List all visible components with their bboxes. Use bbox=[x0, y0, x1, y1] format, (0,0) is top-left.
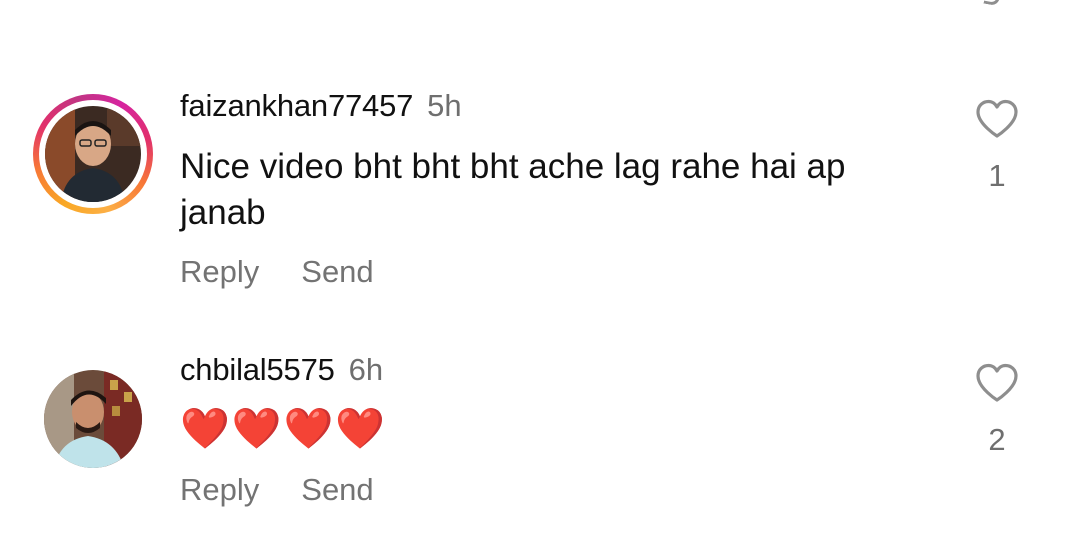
send-button[interactable]: Send bbox=[301, 254, 373, 289]
like-count: 1 bbox=[988, 158, 1006, 193]
username[interactable]: faizankhan77457 bbox=[180, 88, 413, 123]
comment-actions: Reply Send bbox=[180, 254, 416, 290]
comment-text: Nice video bht bht bht ache lag rahe hai… bbox=[180, 147, 846, 232]
avatar-wrapper[interactable] bbox=[44, 370, 142, 468]
heart-outline-icon[interactable] bbox=[974, 362, 1020, 404]
heart-outline-icon[interactable] bbox=[974, 98, 1020, 140]
reply-button[interactable]: Reply bbox=[180, 254, 259, 289]
comment-header: chbilal5575 6h bbox=[180, 352, 383, 388]
like-count: 2 bbox=[988, 422, 1006, 457]
comment-text: ❤️❤️❤️❤️ bbox=[180, 406, 388, 452]
send-button[interactable]: Send bbox=[301, 472, 373, 507]
like-control: 1 bbox=[974, 98, 1020, 194]
avatar-with-story-ring[interactable] bbox=[33, 94, 153, 214]
like-control: 2 bbox=[974, 362, 1020, 458]
timestamp: 5h bbox=[427, 88, 462, 123]
avatar[interactable] bbox=[44, 370, 142, 468]
comment-actions: Reply Send bbox=[180, 472, 416, 508]
comment-item: faizankhan77457 5h Nice video bht bht bht… bbox=[0, 88, 1080, 303]
timestamp: 6h bbox=[348, 352, 384, 387]
avatar[interactable] bbox=[45, 106, 141, 202]
comment-header: faizankhan77457 5h bbox=[180, 88, 462, 124]
avatar-image bbox=[45, 106, 141, 202]
avatar-image bbox=[44, 370, 142, 468]
username[interactable]: chbilal5575 bbox=[180, 352, 335, 387]
reply-button[interactable]: Reply bbox=[180, 472, 259, 507]
comment-item: chbilal5575 6h ❤️❤️❤️❤️ Reply Send 2 bbox=[0, 352, 1080, 532]
partial-icon bbox=[983, 0, 1002, 7]
